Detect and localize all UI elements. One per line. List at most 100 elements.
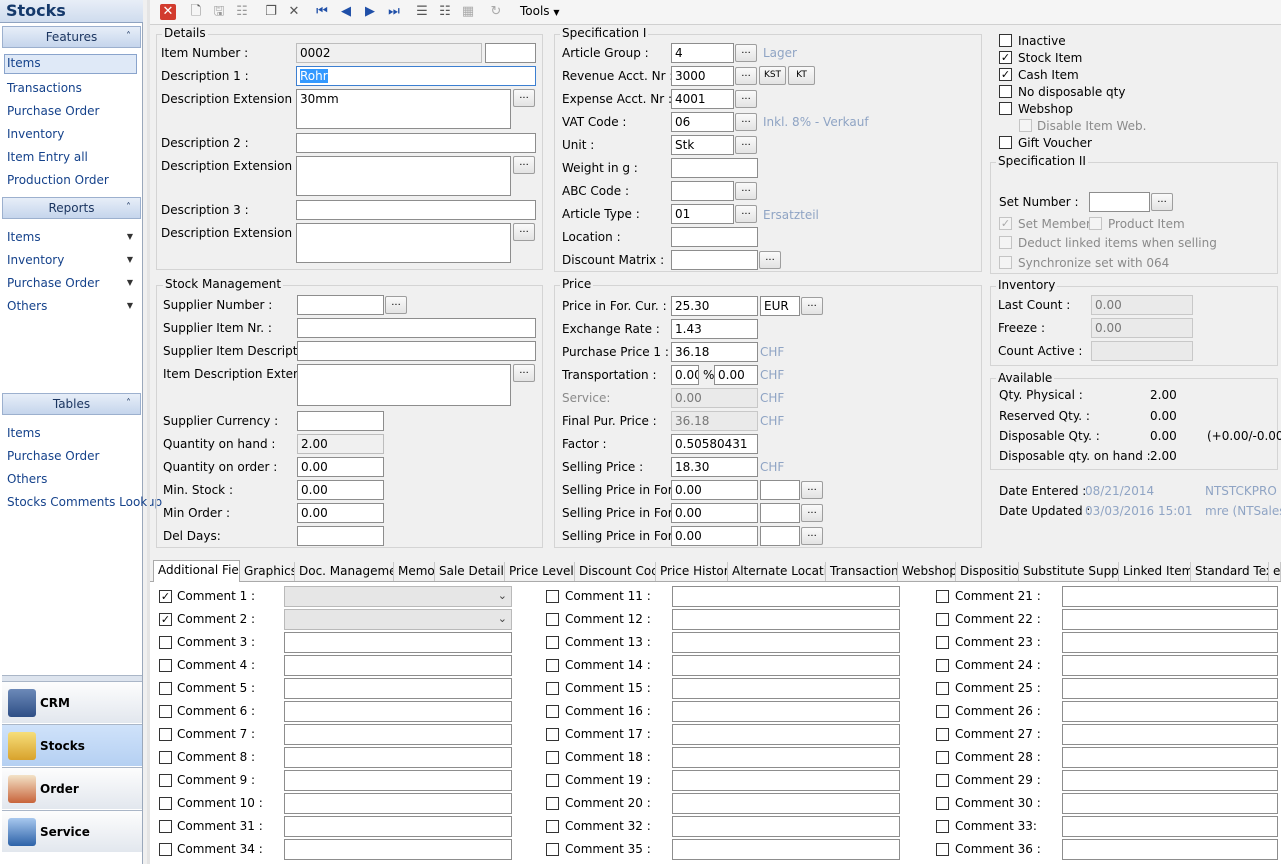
description-extension-2-button[interactable]: ...: [513, 156, 535, 174]
comment-field[interactable]: [1062, 839, 1278, 860]
item-description-extension-field[interactable]: [297, 364, 511, 406]
tab-e[interactable]: e: [1269, 562, 1281, 581]
tab-linked-items[interactable]: Linked Items: [1119, 562, 1191, 581]
webshop-checkbox[interactable]: [999, 102, 1012, 115]
module-order-button[interactable]: Order: [2, 767, 142, 809]
supplier-item-nr-field[interactable]: [297, 318, 536, 338]
article-type-field[interactable]: 01: [671, 204, 734, 224]
comment-checkbox[interactable]: [936, 797, 949, 810]
tab-doc-management[interactable]: Doc. Management: [295, 562, 394, 581]
cash-item-checkbox[interactable]: ✓: [999, 68, 1012, 81]
comment-field[interactable]: [1062, 586, 1278, 607]
inactive-checkbox[interactable]: [999, 34, 1012, 47]
description-extension-1-button[interactable]: ...: [513, 89, 535, 107]
comment-field[interactable]: [284, 816, 512, 837]
comment-checkbox[interactable]: [936, 613, 949, 626]
first-record-icon[interactable]: ⏮: [314, 4, 330, 20]
description-extension-2-field[interactable]: [296, 156, 511, 196]
comment-field[interactable]: [1062, 724, 1278, 745]
no-disposable-checkbox[interactable]: [999, 85, 1012, 98]
article-type-button[interactable]: ...: [735, 205, 757, 223]
vat-code-field[interactable]: 06: [671, 112, 734, 132]
comment-checkbox[interactable]: ✓: [159, 590, 172, 603]
comment-checkbox[interactable]: [936, 705, 949, 718]
comment-checkbox[interactable]: [546, 774, 559, 787]
min-order-field[interactable]: 0.00: [297, 503, 384, 523]
nav-production-order[interactable]: Production Order: [7, 170, 139, 190]
supplier-number-field[interactable]: [297, 295, 384, 315]
comment-field[interactable]: [284, 770, 512, 791]
previous-record-icon[interactable]: ◀: [338, 4, 354, 20]
comment-checkbox[interactable]: [159, 751, 172, 764]
comment-field[interactable]: [284, 632, 512, 653]
tab-memo[interactable]: Memo: [394, 562, 435, 581]
set-number-button[interactable]: ...: [1151, 193, 1173, 211]
comment-field[interactable]: [672, 701, 900, 722]
factor-field[interactable]: 0.50580431: [671, 434, 758, 454]
comment-field[interactable]: [672, 678, 900, 699]
comment-checkbox[interactable]: [546, 590, 559, 603]
reports-group-header[interactable]: Reports ˄: [2, 197, 141, 219]
stock-item-checkbox[interactable]: ✓: [999, 51, 1012, 64]
selling-currency-1-field[interactable]: [760, 480, 800, 500]
weight-field[interactable]: [671, 158, 758, 178]
comment-checkbox[interactable]: ✓: [159, 613, 172, 626]
table-others[interactable]: Others: [7, 469, 139, 489]
comment-checkbox[interactable]: [159, 820, 172, 833]
selling-currency-2-field[interactable]: [760, 503, 800, 523]
comment-field[interactable]: [672, 586, 900, 607]
comment-field[interactable]: [284, 724, 512, 745]
comment-checkbox[interactable]: [936, 774, 949, 787]
comment-checkbox[interactable]: [936, 590, 949, 603]
tab-transactions[interactable]: Transactions: [826, 562, 898, 581]
description-3-field[interactable]: [296, 200, 536, 220]
nav-inventory[interactable]: Inventory: [7, 124, 139, 144]
tab-price-history[interactable]: Price History: [656, 562, 728, 581]
product-item-checkbox[interactable]: [1089, 217, 1102, 230]
item-number-field[interactable]: 0002: [296, 43, 482, 63]
tab-standard-text[interactable]: Standard Text: [1191, 562, 1269, 581]
comment-checkbox[interactable]: [546, 751, 559, 764]
comment-dropdown[interactable]: ⌄: [284, 586, 512, 607]
tab-discount-code[interactable]: Discount Code: [575, 562, 656, 581]
description-extension-3-button[interactable]: ...: [513, 223, 535, 241]
tab-sale-details[interactable]: Sale Details: [435, 562, 505, 581]
deduct-linked-checkbox[interactable]: [999, 236, 1012, 249]
article-group-button[interactable]: ...: [735, 44, 757, 62]
comment-field[interactable]: [1062, 609, 1278, 630]
comment-checkbox[interactable]: [546, 682, 559, 695]
price-foreign-field[interactable]: 25.30: [671, 296, 758, 316]
comment-field[interactable]: [1062, 678, 1278, 699]
comment-checkbox[interactable]: [546, 613, 559, 626]
quantity-on-order-field[interactable]: 0.00: [297, 457, 384, 477]
tab-alternate-location[interactable]: Alternate Location: [728, 562, 826, 581]
description-extension-3-field[interactable]: [296, 223, 511, 263]
comment-checkbox[interactable]: [159, 659, 172, 672]
del-days-field[interactable]: [297, 526, 384, 546]
tab-price-levels[interactable]: Price Levels: [505, 562, 575, 581]
comment-field[interactable]: [284, 678, 512, 699]
save-all-icon[interactable]: ☷: [234, 4, 250, 20]
selling-currency-3-field[interactable]: [760, 526, 800, 546]
chevron-down-icon[interactable]: ⌄: [498, 589, 507, 602]
nav-transactions[interactable]: Transactions: [7, 78, 139, 98]
table-stocks-comments-lookup[interactable]: Stocks Comments Lookup: [7, 492, 162, 512]
close-icon[interactable]: ✕: [160, 4, 176, 20]
comment-checkbox[interactable]: [936, 636, 949, 649]
collapse-icon[interactable]: ˄: [126, 27, 131, 47]
discount-matrix-button[interactable]: ...: [759, 251, 781, 269]
supplier-number-button[interactable]: ...: [385, 296, 407, 314]
report-inventory[interactable]: Inventory ▼: [7, 250, 139, 270]
comment-field[interactable]: [1062, 770, 1278, 791]
comment-checkbox[interactable]: [159, 797, 172, 810]
tab-additional-fields[interactable]: Additional Fields: [153, 560, 240, 582]
comment-checkbox[interactable]: [936, 682, 949, 695]
comment-checkbox[interactable]: [936, 843, 949, 856]
new-document-icon[interactable]: 🗋: [188, 4, 204, 20]
description-2-field[interactable]: [296, 133, 536, 153]
set-number-field[interactable]: [1089, 192, 1150, 212]
selling-currency-2-button[interactable]: ...: [801, 504, 823, 522]
grid-view-icon[interactable]: ▦: [460, 4, 476, 20]
comment-field[interactable]: [284, 793, 512, 814]
location-field[interactable]: [671, 227, 758, 247]
